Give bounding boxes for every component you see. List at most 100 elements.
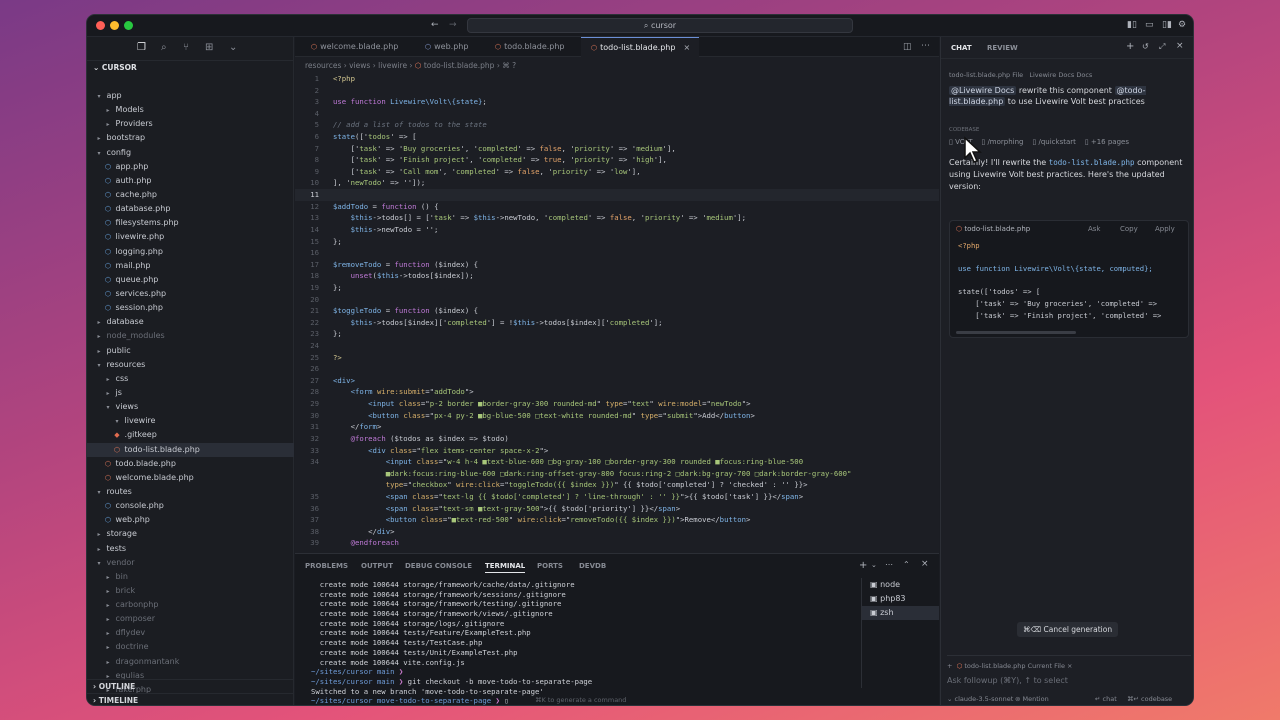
folder-item[interactable]: ▸ composer [87, 612, 294, 626]
file-item[interactable]: ⬡ todo.blade.php [87, 457, 294, 471]
file-item[interactable]: ⬡ logging.php [87, 245, 294, 259]
folder-item[interactable]: ▸ dflydev [87, 626, 294, 640]
folder-item[interactable]: ▸ doctrine [87, 640, 294, 654]
tab-welcome-blade[interactable]: ⬡ welcome.blade.php [301, 37, 417, 57]
tab-todo-list-blade[interactable]: ⬡ todo-list.blade.php × [581, 37, 699, 57]
file-item[interactable]: ⬡ welcome.blade.php [87, 471, 294, 485]
folder-item[interactable]: ▸ public [87, 344, 294, 358]
folder-item[interactable]: ▸ bootstrap [87, 131, 294, 145]
new-terminal-icon[interactable]: + [859, 560, 867, 571]
file-chip[interactable]: todo-list.blade.php File [949, 71, 1023, 79]
more-actions-icon[interactable]: ⋯ [885, 560, 893, 569]
close-icon[interactable]: × [1176, 41, 1184, 51]
ask-button[interactable]: Ask [1088, 225, 1101, 233]
doc-ref[interactable]: ▯ +16 pages [1085, 138, 1129, 146]
tab-problems[interactable]: PROBLEMS [305, 562, 348, 570]
apply-button[interactable]: Apply [1155, 225, 1175, 233]
file-item[interactable]: ⬡ database.php [87, 202, 294, 216]
breadcrumb-item[interactable]: livewire [378, 61, 407, 70]
file-item[interactable]: ⬡ mail.php [87, 259, 294, 273]
toggle-sidebar-icon[interactable]: ▮▯ [1127, 20, 1137, 31]
minimize-window-button[interactable] [110, 21, 119, 30]
folder-item[interactable]: ▾ app [87, 89, 294, 103]
current-file-chip[interactable]: + ⬡ todo-list.blade.php Current File × [947, 662, 1191, 670]
tab-terminal[interactable]: TERMINAL [485, 562, 526, 573]
file-item[interactable]: ⬡ todo-list.blade.php [87, 442, 294, 457]
terminal-item-php83[interactable]: ▣ php83 [862, 592, 939, 606]
file-item[interactable]: ⬡ web.php [87, 513, 294, 527]
back-arrow-icon[interactable]: ← [431, 20, 439, 31]
tab-chat[interactable]: CHAT [951, 44, 972, 52]
tab-devdb[interactable]: DEVDB [579, 562, 606, 570]
followup-input[interactable]: Ask followup (⌘Y), ↑ to select [947, 676, 1191, 685]
toggle-panel-icon[interactable]: ▭ [1145, 20, 1154, 31]
more-actions-icon[interactable]: ⋯ [921, 41, 930, 51]
folder-item[interactable]: ▾ views [87, 400, 294, 414]
explorer-root-folder[interactable]: ⌄ CURSOR [87, 61, 293, 75]
tab-todo-blade[interactable]: ⬡ todo.blade.php [487, 37, 579, 57]
chevron-down-icon[interactable]: ⌄ [871, 561, 877, 569]
timeline-section[interactable]: › TIMELINE [87, 693, 294, 705]
explorer-icon[interactable]: ❐ [137, 42, 146, 53]
folder-item[interactable]: ▸ brick [87, 584, 294, 598]
history-icon[interactable]: ↺ [1142, 42, 1149, 51]
file-item[interactable]: ⬡ livewire.php [87, 230, 294, 244]
folder-item[interactable]: ▾ resources [87, 358, 294, 372]
toggle-secondary-sidebar-icon[interactable]: ▯▮ [1162, 20, 1172, 31]
horizontal-scrollbar[interactable] [956, 331, 1076, 334]
close-tab-icon[interactable]: × [683, 43, 690, 52]
forward-arrow-icon[interactable]: → [449, 20, 457, 31]
settings-gear-icon[interactable]: ⚙ [1178, 20, 1186, 31]
folder-item[interactable]: ▾ config [87, 146, 294, 160]
tab-web-php[interactable]: ⬡ web.php [417, 37, 487, 57]
file-item[interactable]: ⬡ auth.php [87, 174, 294, 188]
terminal-item-node[interactable]: ▣ node [862, 578, 939, 592]
folder-item[interactable]: ▸ Providers [87, 117, 294, 131]
expand-icon[interactable]: ⤢ [1159, 42, 1165, 52]
codebase-submit-button[interactable]: ⌘↵ codebase [1127, 695, 1172, 703]
copy-button[interactable]: Copy [1120, 225, 1138, 233]
chevron-down-icon[interactable]: ⌄ [229, 42, 237, 53]
chat-submit-button[interactable]: ↵ chat [1095, 695, 1117, 703]
split-editor-icon[interactable]: ◫ [903, 42, 912, 52]
terminal-output[interactable]: create mode 100644 storage/framework/cac… [311, 580, 861, 705]
file-item[interactable]: ◆ .gitkeep [87, 428, 294, 442]
folder-item[interactable]: ▸ dragonmantank [87, 655, 294, 669]
folder-item[interactable]: ▸ Models [87, 103, 294, 117]
doc-ref[interactable]: ▯ /morphing [981, 138, 1023, 146]
docs-chip[interactable]: Livewire Docs Docs [1029, 71, 1092, 79]
tab-ports[interactable]: PORTS [537, 562, 563, 570]
file-item[interactable]: ⬡ console.php [87, 499, 294, 513]
code-lines[interactable]: 1 <?php 2 3 use function Livewire\Volt\{stat… [295, 73, 939, 549]
folder-item[interactable]: ▸ carbonphp [87, 598, 294, 612]
tab-review[interactable]: REVIEW [987, 44, 1018, 52]
folder-item[interactable]: ▸ tests [87, 542, 294, 556]
tab-output[interactable]: OUTPUT [361, 562, 393, 570]
file-item[interactable]: ⬡ app.php [87, 160, 294, 174]
breadcrumb-item[interactable]: views [349, 61, 370, 70]
folder-item[interactable]: ▾ vendor [87, 556, 294, 570]
close-window-button[interactable] [96, 21, 105, 30]
chevron-up-icon[interactable]: ⌃ [903, 560, 910, 569]
folder-item[interactable]: ▸ bin [87, 570, 294, 584]
new-chat-icon[interactable]: + [1126, 41, 1134, 52]
breadcrumb-item[interactable]: resources [305, 61, 341, 70]
folder-item[interactable]: ▸ storage [87, 527, 294, 541]
search-icon[interactable]: ⌕ [161, 42, 167, 53]
cancel-generation-button[interactable]: ⌘⌫ Cancel generation [1017, 622, 1119, 637]
file-item[interactable]: ⬡ services.php [87, 287, 294, 301]
folder-item[interactable]: ▸ node_modules [87, 329, 294, 343]
tab-debug-console[interactable]: DEBUG CONSOLE [405, 562, 472, 570]
source-control-icon[interactable]: ⑂ [183, 42, 189, 53]
file-item[interactable]: ⬡ queue.php [87, 273, 294, 287]
outline-section[interactable]: › OUTLINE [87, 679, 294, 693]
model-selector[interactable]: ⌄ claude-3.5-sonnet [947, 695, 1013, 703]
close-panel-icon[interactable]: × [921, 559, 929, 569]
breadcrumb-item[interactable]: todo-list.blade.php [424, 61, 495, 70]
extensions-icon[interactable]: ⊞ [205, 42, 213, 53]
folder-item[interactable]: ▾ routes [87, 485, 294, 499]
terminal-item-zsh[interactable]: ▣ zsh [862, 606, 939, 620]
mention-button[interactable]: ⊚ Mention [1015, 695, 1049, 703]
folder-item[interactable]: ▾ livewire [87, 414, 294, 428]
command-center-search[interactable]: ⌕ cursor [467, 18, 853, 33]
